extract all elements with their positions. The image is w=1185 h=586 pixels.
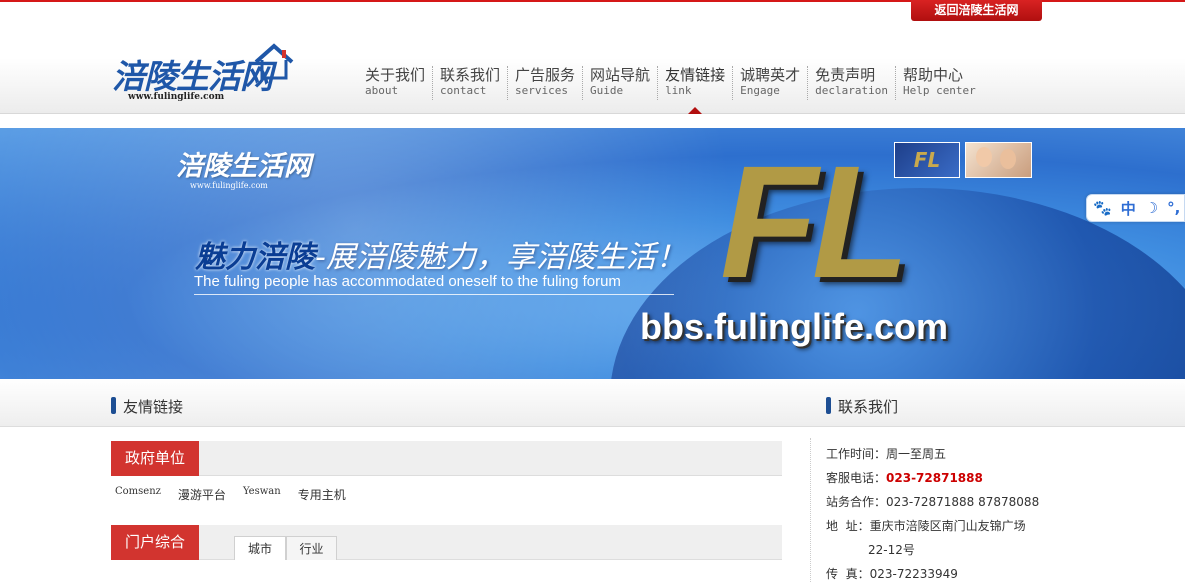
category-bar-portal: 门户综合	[111, 525, 782, 560]
section-header-bar: 友情链接 联系我们	[0, 379, 1185, 427]
active-indicator-icon	[688, 107, 703, 114]
person-icon	[976, 147, 992, 167]
contact-address-line2: 22-12号	[868, 543, 915, 557]
nav-item-services[interactable]: 广告服务 services	[508, 66, 584, 100]
nav-item-engage[interactable]: 诚聘英才 Engage	[733, 66, 809, 100]
contact-service: 客服电话：023-72871888	[826, 466, 1039, 490]
slogan-rest: -展涪陵魅力，享涪陵生活！	[315, 240, 686, 275]
service-phone: 023-72871888	[886, 471, 983, 485]
contact-hours: 工作时间：周一至周五	[826, 447, 947, 461]
nav-item-about[interactable]: 关于我们 about	[358, 66, 434, 100]
nav-sublabel: about	[365, 84, 399, 97]
nav-label: 友情链接	[665, 66, 726, 84]
banner-thumbnail-people[interactable]	[965, 142, 1032, 178]
contact-fax: 传 真：023-72233949	[826, 567, 958, 581]
nav-sublabel: link	[665, 84, 692, 97]
logo-url: www.fulinglife.com	[128, 92, 225, 102]
contact-coop: 站务合作：023-72871888 87878088	[826, 495, 1040, 509]
nav-label: 帮助中心	[902, 66, 963, 84]
moon-icon[interactable]: ☽	[1145, 199, 1158, 217]
nav-label: 联系我们	[440, 66, 501, 84]
paw-icon[interactable]: 🐾	[1093, 199, 1112, 217]
nav-item-guide[interactable]: 网站导航 Guide	[583, 66, 659, 100]
nav-label: 诚聘英才	[740, 66, 801, 84]
nav-label: 关于我们	[365, 66, 426, 84]
logo-title: 涪陵生活网	[112, 57, 273, 96]
link-item[interactable]: Yeswan	[243, 486, 281, 503]
nav-item-contact[interactable]: 联系我们 contact	[433, 66, 509, 100]
link-item[interactable]: Comsenz	[115, 486, 161, 503]
banner-logo: 涪陵生活网	[176, 151, 311, 182]
person-icon	[1000, 149, 1016, 169]
main-nav: 关于我们 about 联系我们 contact 广告服务 services 网站…	[358, 66, 983, 114]
nav-sublabel: services	[515, 84, 569, 97]
nav-sublabel: declaration	[815, 84, 888, 97]
gov-link-list: Comsenz 漫游平台 Yeswan 专用主机	[115, 486, 346, 503]
hero-banner: 涪陵生活网 www.fulinglife.com 魅力涪陵-展涪陵魅力，享涪陵生…	[0, 128, 1185, 379]
links-section-title: 友情链接	[111, 396, 183, 417]
category-label-portal: 门户综合	[111, 525, 199, 560]
link-item[interactable]: 专用主机	[298, 486, 346, 503]
site-header: 涪陵生活网 www.fulinglife.com 关于我们 about 联系我们…	[0, 22, 1185, 114]
service-label: 客服电话：	[826, 471, 887, 485]
link-item[interactable]: 漫游平台	[178, 486, 226, 503]
nav-sublabel: Help center	[902, 84, 976, 97]
nav-sublabel: Guide	[590, 84, 624, 97]
site-logo[interactable]: 涪陵生活网 www.fulinglife.com	[112, 42, 297, 104]
banner-site-url: bbs.fulinglife.com	[640, 306, 949, 347]
nav-label: 免责声明	[815, 66, 876, 84]
banner-slogan: 魅力涪陵-展涪陵魅力，享涪陵生活！	[195, 232, 686, 276]
banner-thumbnail-logo[interactable]: FL	[894, 142, 960, 178]
contact-section-title: 联系我们	[826, 396, 898, 417]
contact-info: 工作时间：周一至周五 客服电话：023-72871888 站务合作：023-72…	[826, 442, 1039, 586]
tab-city[interactable]: 城市	[234, 536, 286, 560]
nav-label: 网站导航	[590, 66, 651, 84]
ime-mode[interactable]: 中	[1121, 198, 1136, 219]
slogan-bold: 魅力涪陵	[195, 240, 315, 275]
banner-url: www.fulinglife.com	[190, 181, 268, 190]
house-icon	[254, 43, 294, 80]
nav-sublabel: Engage	[740, 84, 780, 97]
nav-sublabel: contact	[440, 84, 487, 97]
banner-english-text: The fuling people has accommodated onese…	[194, 273, 621, 290]
contact-address: 地 址：重庆市涪陵区南门山友锦广场	[826, 519, 1026, 533]
nav-item-link[interactable]: 友情链接 link	[658, 66, 734, 114]
nav-item-help[interactable]: 帮助中心 Help center	[896, 66, 983, 100]
nav-item-declaration[interactable]: 免责声明 declaration	[808, 66, 896, 100]
dots-icon[interactable]: °,	[1167, 199, 1180, 217]
banner-fl-letters: FL	[720, 132, 909, 311]
banner-divider	[194, 294, 674, 295]
back-to-home-button[interactable]: 返回涪陵生活网	[911, 0, 1042, 21]
category-bar-gov: 政府单位	[111, 441, 782, 476]
nav-label: 广告服务	[515, 66, 576, 84]
tab-industry[interactable]: 行业	[286, 536, 337, 560]
category-label-gov: 政府单位	[111, 441, 199, 476]
ime-toolbar[interactable]: 🐾 中 ☽ °,	[1086, 194, 1185, 222]
column-divider	[810, 438, 811, 582]
